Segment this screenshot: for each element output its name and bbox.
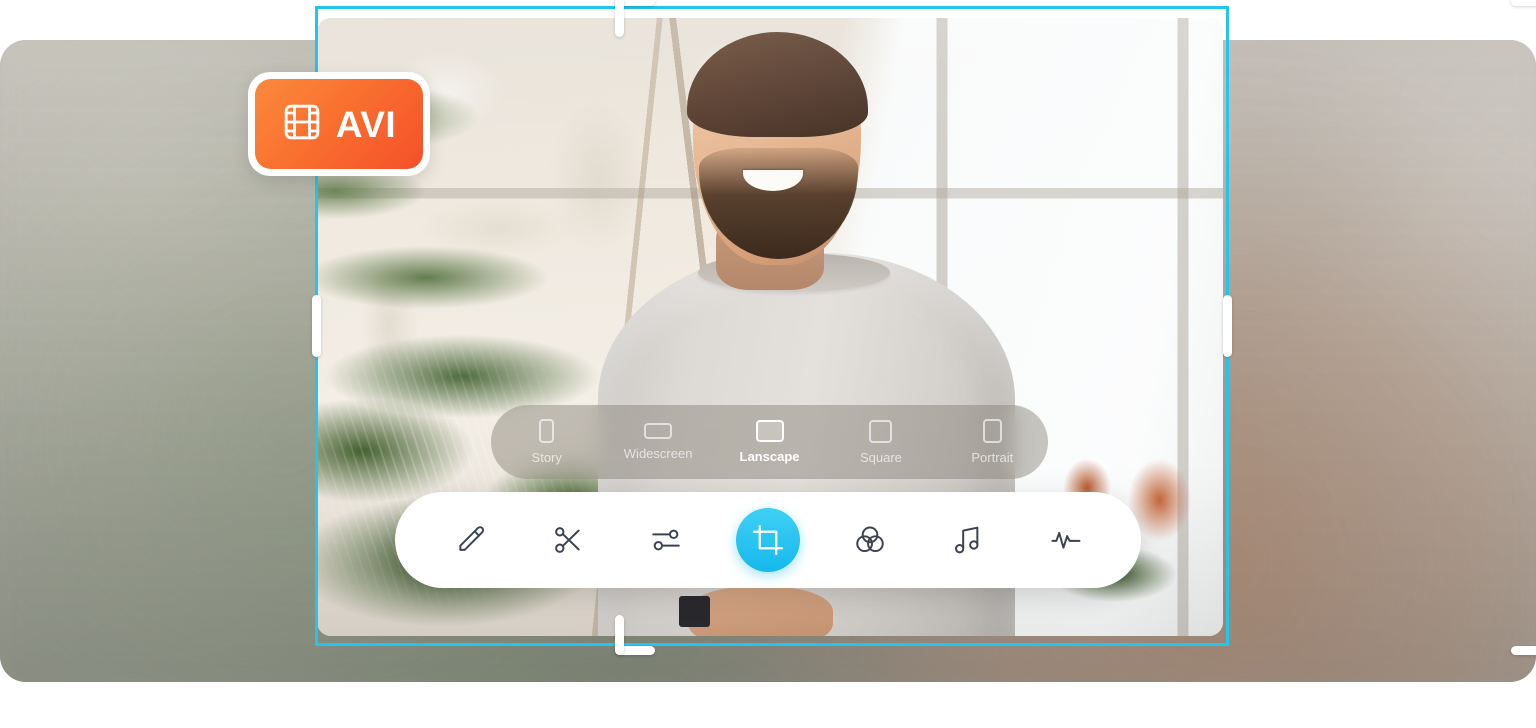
scissors-icon xyxy=(551,523,585,557)
tool-filters-button[interactable] xyxy=(842,512,898,568)
crop-handle-top-right[interactable] xyxy=(1511,0,1536,37)
crop-guide-top xyxy=(315,6,1229,9)
film-strip-icon xyxy=(282,102,322,147)
aspect-ratio-label: Portrait xyxy=(971,450,1014,465)
aspect-ratio-square[interactable]: Square xyxy=(825,419,936,465)
tool-adjust-button[interactable] xyxy=(638,512,694,568)
crop-guide-bottom xyxy=(315,643,1229,646)
sliders-icon xyxy=(649,523,683,557)
aspect-story-icon xyxy=(539,419,555,443)
tool-edit-button[interactable] xyxy=(442,512,498,568)
crop-handle-right-middle[interactable] xyxy=(1223,295,1232,357)
aspect-ratio-label: Lanscape xyxy=(739,449,800,464)
pencil-icon xyxy=(453,523,487,557)
tool-audio-button[interactable] xyxy=(940,512,996,568)
crop-handle-top-left[interactable] xyxy=(615,0,655,37)
editor-screen: ΛVVΛV xyxy=(0,0,1536,728)
aspect-ratio-portrait[interactable]: Portrait xyxy=(937,419,1048,465)
editor-toolbar[interactable] xyxy=(395,492,1141,588)
crop-handle-bottom-left[interactable] xyxy=(615,615,655,655)
aspect-ratio-label: Widescreen xyxy=(623,446,693,461)
format-badge-label: AVI xyxy=(335,103,397,145)
aspect-widescreen-icon xyxy=(644,423,673,439)
aspect-ratio-widescreen[interactable]: Widescreen xyxy=(602,423,713,461)
aspect-ratio-label: Story xyxy=(531,450,562,465)
tool-cut-button[interactable] xyxy=(540,512,596,568)
aspect-landscape-icon xyxy=(755,420,784,442)
aspect-ratio-story[interactable]: Story xyxy=(491,419,602,465)
aspect-ratio-label: Square xyxy=(859,449,902,465)
crop-handle-left-middle[interactable] xyxy=(312,295,321,357)
aspect-ratio-bar[interactable]: Story Widescreen Lanscape Square Portrai… xyxy=(491,405,1048,479)
format-badge-avi[interactable]: AVI xyxy=(248,72,430,176)
tool-effects-button[interactable] xyxy=(1038,512,1094,568)
format-badge-inner: AVI xyxy=(255,79,423,169)
crop-handle-bottom-right[interactable] xyxy=(1511,615,1536,655)
color-circles-icon xyxy=(853,523,887,557)
aspect-ratio-landscape[interactable]: Lanscape xyxy=(714,420,825,464)
crop-icon xyxy=(751,523,785,557)
tool-crop-button[interactable] xyxy=(736,508,800,572)
music-note-icon xyxy=(951,523,985,557)
aspect-portrait-icon xyxy=(982,419,1002,443)
waveform-icon xyxy=(1049,523,1083,557)
aspect-square-icon xyxy=(869,419,893,443)
